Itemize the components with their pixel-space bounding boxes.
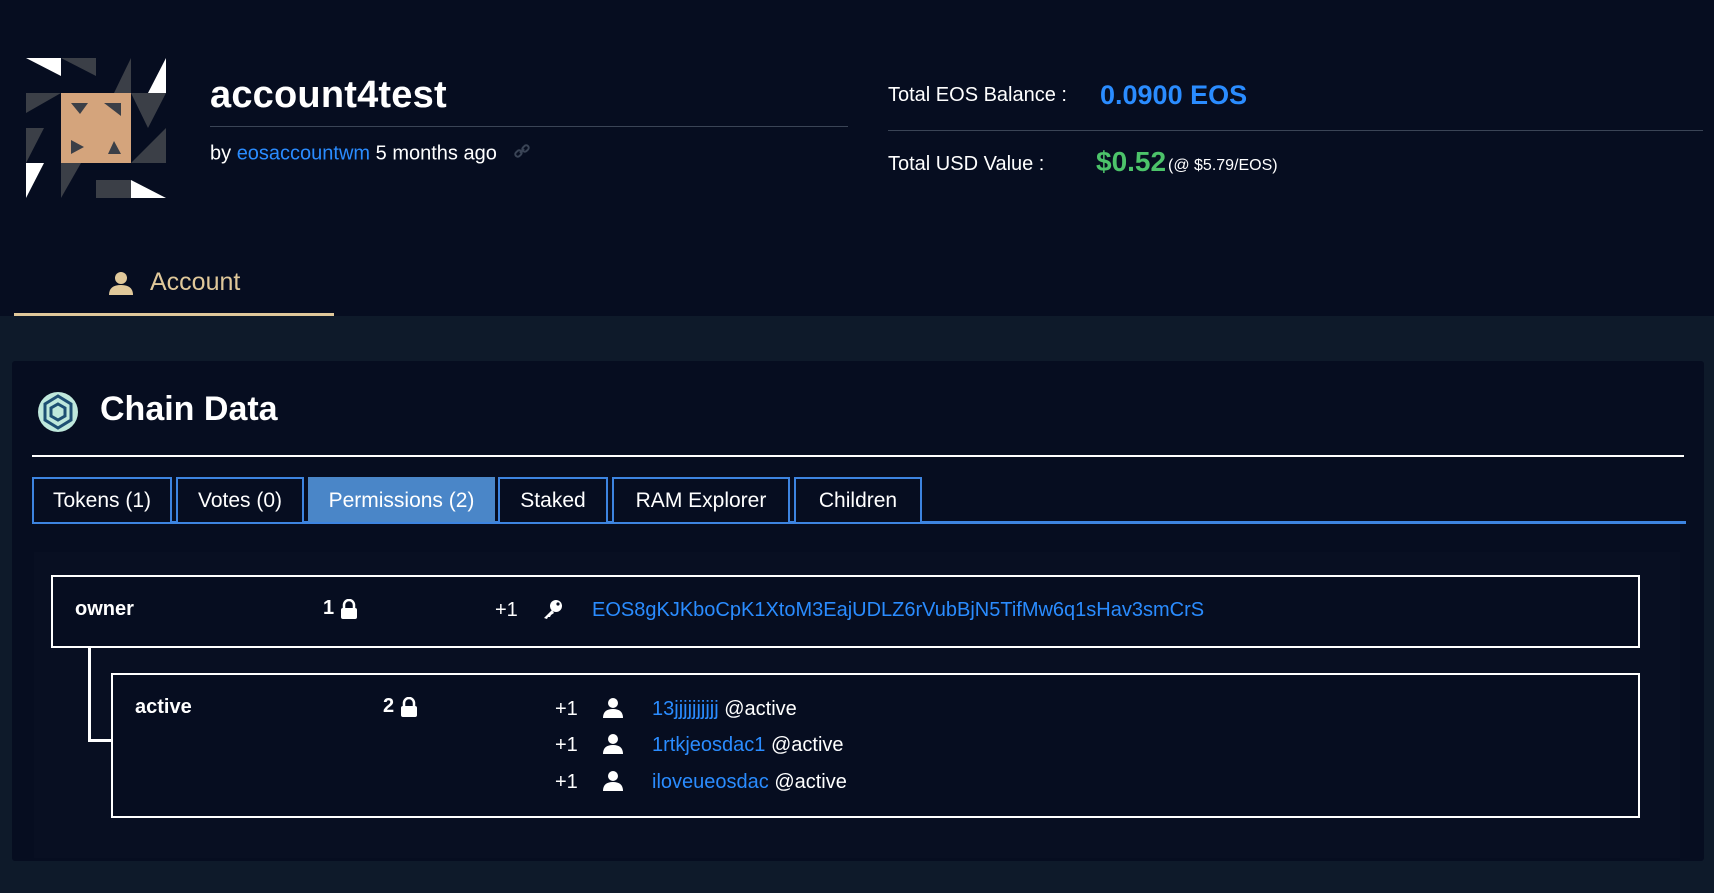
tree-connector <box>88 739 112 742</box>
permission-active <box>111 673 1640 818</box>
tab-children[interactable]: Children <box>794 477 922 522</box>
authority-account-link[interactable]: 1rtkjeosdac1 <box>652 734 765 756</box>
authority-permission: @active <box>724 698 797 720</box>
tab-ram-explorer[interactable]: RAM Explorer <box>612 477 790 522</box>
chain-data-title: Chain Data <box>100 390 278 428</box>
permission-name-active: active <box>135 696 192 718</box>
creator-link[interactable]: eosaccountwm <box>237 142 370 164</box>
authority-account-row: 1rtkjeosdac1 @active <box>652 734 844 757</box>
permission-threshold-owner: 1 <box>323 597 358 620</box>
usd-rate: (@ $5.79/EOS) <box>1168 157 1278 174</box>
tab-votes[interactable]: Votes (0) <box>176 477 304 522</box>
user-icon <box>603 771 623 791</box>
eos-balance-value: 0.0900 EOS <box>1100 80 1248 110</box>
creator-line: by eosaccountwm 5 months ago <box>210 141 532 167</box>
authority-account-link[interactable]: 13jjjjjjjjjj <box>652 698 719 720</box>
authority-account-link[interactable]: iloveueosdac <box>652 771 769 793</box>
account-name: account4test <box>210 74 447 116</box>
permission-threshold-active: 2 <box>383 695 418 718</box>
lock-icon <box>341 598 358 619</box>
title-divider <box>210 126 848 127</box>
chain-data-divider <box>32 455 1684 457</box>
tab-tokens[interactable]: Tokens (1) <box>32 477 172 522</box>
authority-account-row: 13jjjjjjjjjj @active <box>652 698 797 721</box>
chain-tabs: Tokens (1) Votes (0) Permissions (2) Sta… <box>32 477 1686 524</box>
account-weight: +1 <box>555 771 578 793</box>
user-icon <box>603 734 623 754</box>
account-avatar <box>26 58 166 198</box>
public-key-link[interactable]: EOS8gKJKboCpK1XtoM3EajUDLZ6rVubBjN5TifMw… <box>592 599 1204 622</box>
authority-account-row: iloveueosdac @active <box>652 771 847 794</box>
threshold-value: 2 <box>383 695 395 717</box>
key-weight: +1 <box>495 599 518 621</box>
usd-value: $0.52 <box>1096 146 1167 177</box>
by-label: by <box>210 142 232 165</box>
tab-permissions[interactable]: Permissions (2) <box>308 477 495 522</box>
tree-connector <box>88 648 91 742</box>
account-weight: +1 <box>555 734 578 756</box>
user-icon <box>603 698 623 718</box>
account-weight: +1 <box>555 698 578 720</box>
eos-chain-icon <box>38 392 78 432</box>
created-age: 5 months ago <box>375 142 497 165</box>
usd-value-label: Total USD Value : <box>888 153 1045 175</box>
link-icon[interactable] <box>512 141 532 167</box>
threshold-value: 1 <box>323 597 335 619</box>
key-icon <box>544 600 562 619</box>
lock-icon <box>401 696 418 717</box>
permission-name-owner: owner <box>75 598 134 620</box>
user-icon <box>109 272 133 295</box>
eos-balance-label: Total EOS Balance : <box>888 84 1067 106</box>
tab-staked[interactable]: Staked <box>498 477 608 522</box>
tab-account-label: Account <box>150 268 241 296</box>
authority-permission: @active <box>774 771 847 793</box>
tab-account[interactable]: Account <box>14 262 334 316</box>
balance-divider <box>888 130 1703 131</box>
authority-permission: @active <box>770 734 844 756</box>
